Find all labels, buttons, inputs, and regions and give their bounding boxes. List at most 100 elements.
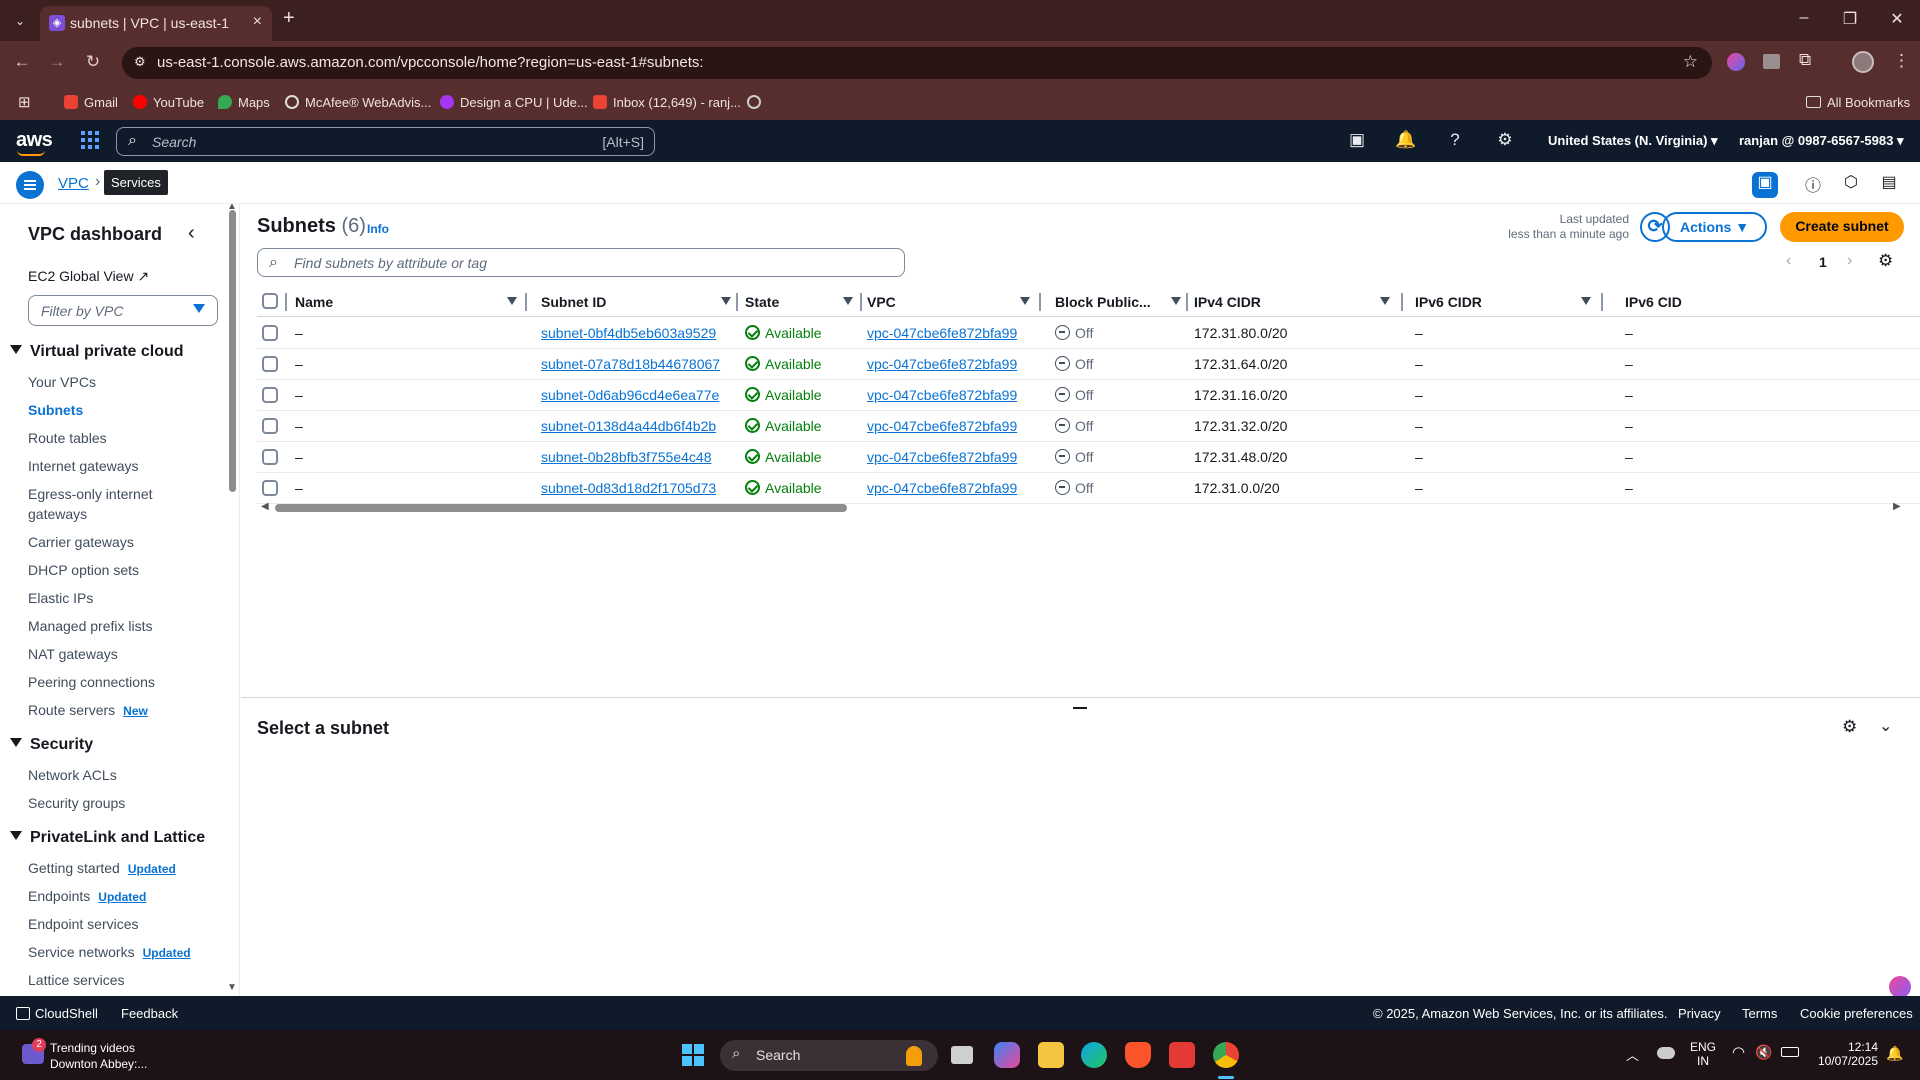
cell-subnet-id[interactable]: subnet-07a78d18b44678067 [541, 356, 720, 372]
extension-icon[interactable] [1727, 53, 1745, 71]
restore-icon[interactable]: ❐ [1827, 9, 1873, 29]
sort-icon[interactable] [1380, 297, 1390, 305]
sidebar-scrollbar[interactable] [229, 210, 236, 492]
previous-page-icon[interactable]: ‹ [1786, 252, 1791, 270]
next-page-icon[interactable]: › [1847, 252, 1852, 270]
column-divider[interactable] [1601, 293, 1603, 311]
column-header-block-public-access[interactable]: Block Public... [1055, 294, 1151, 310]
sidebar-item-route-tables[interactable]: Route tables [28, 428, 107, 448]
row-checkbox[interactable] [262, 325, 278, 341]
new-tab-button[interactable]: + [283, 7, 295, 30]
breadcrumb-vpc-link[interactable]: VPC [58, 175, 89, 192]
copilot-icon[interactable] [994, 1042, 1020, 1068]
bookmark-maps[interactable]: Maps [218, 92, 270, 112]
site-info-icon[interactable]: ⚙ [134, 54, 146, 70]
sidebar-title[interactable]: VPC dashboard [28, 224, 162, 245]
copilot-bubble-icon[interactable] [1889, 976, 1911, 998]
sidebar-item-internet-gateways[interactable]: Internet gateways [28, 456, 139, 476]
cell-subnet-id[interactable]: subnet-0b28bfb3f755e4c48 [541, 449, 711, 465]
table-row[interactable]: – subnet-0b28bfb3f755e4c48 Available vpc… [257, 442, 1920, 473]
column-header-vpc[interactable]: VPC [867, 294, 896, 310]
column-divider[interactable] [860, 293, 862, 311]
sort-icon[interactable] [721, 297, 731, 305]
column-header-state[interactable]: State [745, 294, 779, 310]
cell-subnet-id[interactable]: subnet-0d83d18d2f1705d73 [541, 480, 716, 496]
all-bookmarks[interactable]: All Bookmarks [1806, 92, 1910, 112]
cell-subnet-id[interactable]: subnet-0bf4db5eb603a9529 [541, 325, 716, 341]
cell-vpc[interactable]: vpc-047cbe6fe872bfa99 [867, 480, 1017, 496]
cookie-preferences-link[interactable]: Cookie preferences [1800, 1006, 1913, 1021]
row-checkbox[interactable] [262, 449, 278, 465]
settings-gear-icon[interactable]: ⚙ [1493, 130, 1517, 150]
services-menu-icon[interactable] [81, 131, 99, 149]
section-security[interactable]: Security [10, 736, 93, 754]
column-header-name[interactable]: Name [295, 294, 333, 310]
bookmark-inbox[interactable]: Inbox (12,649) - ranj... [593, 92, 741, 112]
scroll-left-arrow[interactable]: ◀ [261, 501, 269, 512]
sidebar-item-security-groups[interactable]: Security groups [28, 793, 125, 813]
scroll-right-arrow[interactable]: ▶ [1893, 501, 1901, 512]
sidebar-item-getting-started[interactable]: Getting started Updated [28, 858, 176, 879]
sidebar-item-dhcp-option-sets[interactable]: DHCP option sets [28, 560, 139, 580]
close-window-icon[interactable]: ✕ [1874, 9, 1920, 29]
ec2-global-view-link[interactable]: EC2 Global View ↗ [28, 268, 149, 285]
bookmark-udemy[interactable]: Design a CPU | Ude... [440, 92, 588, 112]
column-header-ipv4-cidr[interactable]: IPv4 CIDR [1194, 294, 1261, 310]
account-menu[interactable]: ranjan @ 0987-6567-5983 ▾ [1739, 133, 1903, 149]
back-icon[interactable]: ← [9, 52, 35, 72]
privacy-link[interactable]: Privacy [1678, 1006, 1721, 1021]
widgets-button[interactable]: 2 Trending videos Downton Abbey:... [18, 1038, 188, 1072]
task-view-icon[interactable] [951, 1046, 973, 1064]
sidebar-item-your-vpcs[interactable]: Your VPCs [28, 372, 96, 392]
split-panel-icon[interactable]: ▣ [1752, 172, 1778, 198]
cloudshell-button[interactable]: CloudShell [16, 1006, 98, 1021]
row-checkbox[interactable] [262, 356, 278, 372]
address-bar[interactable]: ⚙ us-east-1.console.aws.amazon.com/vpcco… [122, 47, 1712, 79]
minimize-icon[interactable]: – [1781, 9, 1827, 27]
aws-logo[interactable]: aws [16, 129, 53, 156]
sidebar-item-route-servers[interactable]: Route servers New [28, 700, 148, 721]
current-page[interactable]: 1 [1819, 254, 1827, 270]
notifications-icon[interactable]: 🔔 [1886, 1045, 1903, 1062]
row-checkbox[interactable] [262, 387, 278, 403]
cell-vpc[interactable]: vpc-047cbe6fe872bfa99 [867, 387, 1017, 403]
language-ime[interactable]: ENG IN [1690, 1040, 1716, 1068]
tutorials-panel-icon[interactable]: ▤ [1876, 172, 1902, 198]
region-selector[interactable]: United States (N. Virginia) ▾ [1548, 133, 1718, 149]
show-hidden-icons-chevron[interactable]: ︿ [1626, 1045, 1639, 1064]
forward-icon[interactable]: → [44, 52, 70, 72]
select-all-checkbox[interactable] [262, 293, 278, 309]
section-virtual-private-cloud[interactable]: Virtual private cloud [10, 343, 184, 361]
cell-vpc[interactable]: vpc-047cbe6fe872bfa99 [867, 356, 1017, 372]
bookmark-globe[interactable] [747, 92, 761, 112]
table-row[interactable]: – subnet-0d6ab96cd4e6ea77e Available vpc… [257, 380, 1920, 411]
cloudshell-icon[interactable]: ▣ [1345, 130, 1369, 150]
battery-icon[interactable] [1781, 1047, 1799, 1057]
table-horizontal-scrollbar[interactable] [275, 504, 847, 512]
sidebar-item-nat-gateways[interactable]: NAT gateways [28, 644, 118, 664]
file-explorer-icon[interactable] [1038, 1042, 1064, 1068]
bookmark-gmail[interactable]: Gmail [64, 92, 118, 112]
sidebar-item-subnets[interactable]: Subnets [28, 400, 83, 420]
subnet-filter-input[interactable]: ⌕ Find subnets by attribute or tag [257, 248, 905, 277]
cell-subnet-id[interactable]: subnet-0138d4a44db6f4b2b [541, 418, 716, 434]
row-checkbox[interactable] [262, 480, 278, 496]
aws-search-input[interactable]: ⌕ Search [Alt+S] [116, 127, 655, 156]
taskbar-search[interactable]: ⌕ Search [720, 1040, 938, 1071]
terms-link[interactable]: Terms [1742, 1006, 1777, 1021]
cell-vpc[interactable]: vpc-047cbe6fe872bfa99 [867, 325, 1017, 341]
brave-icon[interactable] [1125, 1042, 1151, 1068]
sort-icon[interactable] [1171, 297, 1181, 305]
profile-avatar[interactable] [1852, 51, 1874, 73]
help-icon[interactable]: ? [1443, 130, 1467, 150]
column-divider[interactable] [1401, 293, 1403, 311]
sidebar-item-elastic-ips[interactable]: Elastic IPs [28, 588, 93, 608]
sort-icon[interactable] [843, 297, 853, 305]
table-row[interactable]: – subnet-0d83d18d2f1705d73 Available vpc… [257, 473, 1920, 504]
notifications-bell-icon[interactable]: 🔔 [1394, 130, 1418, 150]
table-row[interactable]: – subnet-0138d4a44db6f4b2b Available vpc… [257, 411, 1920, 442]
cell-vpc[interactable]: vpc-047cbe6fe872bfa99 [867, 449, 1017, 465]
column-header-ipv6-cidr[interactable]: IPv6 CIDR [1415, 294, 1482, 310]
onedrive-icon[interactable] [1657, 1047, 1675, 1059]
sort-icon[interactable] [1020, 297, 1030, 305]
